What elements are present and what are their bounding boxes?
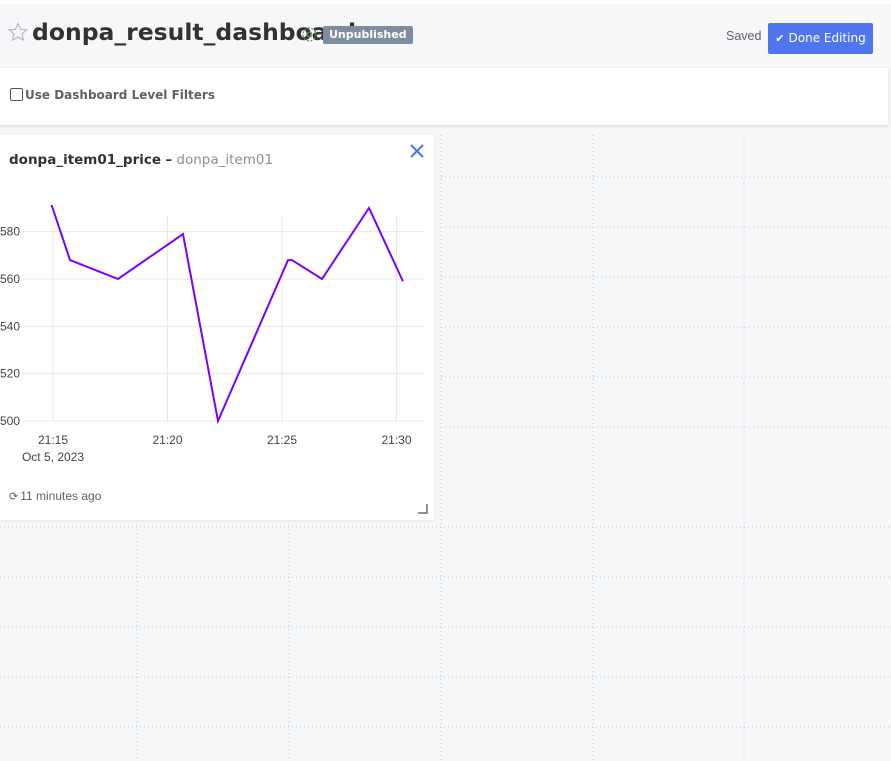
x-date-label: Oct 5, 2023 [22, 450, 84, 464]
series-line [50, 205, 404, 425]
x-tick-label: 21:25 [267, 433, 297, 447]
dashboard-filters-label[interactable]: Use Dashboard Level Filters [25, 88, 215, 102]
y-tick-label: 520 [0, 367, 20, 381]
y-tick-label: 580 [0, 225, 20, 239]
close-icon[interactable] [409, 143, 425, 159]
star-icon[interactable] [8, 22, 28, 42]
y-tick-label: 560 [0, 272, 20, 286]
dashboard-filters-panel: Use Dashboard Level Filters [0, 68, 888, 125]
widget-title: donpa_item01_price – donpa_item01 [9, 152, 273, 168]
visualization-widget[interactable]: donpa_item01_price – donpa_item01 500 520… [0, 135, 434, 520]
saved-indicator: Saved [726, 29, 762, 43]
status-badge: Unpublished [323, 26, 413, 44]
done-editing-label: Done Editing [788, 31, 866, 45]
last-updated: ⟳ 11 minutes ago [9, 489, 101, 503]
resize-handle[interactable] [418, 504, 428, 514]
done-editing-button[interactable]: ✔ Done Editing [768, 23, 873, 54]
last-updated-label: 11 minutes ago [20, 489, 102, 503]
x-tick-label: 21:20 [152, 433, 182, 447]
widget-title-separator: – [165, 152, 173, 168]
y-tick-label: 540 [0, 319, 20, 333]
widget-data-source: donpa_item01 [176, 152, 274, 168]
refresh-icon: ⟳ [9, 491, 19, 503]
refresh-schedule-icon[interactable] [301, 26, 318, 43]
line-chart: 500 520 540 560 580 21:15 21:20 21:25 21:30 Oct 5… [0, 205, 424, 464]
checkmark-icon: ✔ [775, 32, 785, 45]
dashboard-header: donpa_result_dashboard Unpublished Saved… [0, 4, 891, 66]
y-tick-label: 500 [0, 414, 20, 428]
dashboard-filters-checkbox[interactable] [10, 88, 23, 101]
x-tick-label: 21:30 [381, 433, 411, 447]
x-tick-label: 21:15 [38, 433, 68, 447]
widget-query-name[interactable]: donpa_item01_price [9, 152, 161, 168]
